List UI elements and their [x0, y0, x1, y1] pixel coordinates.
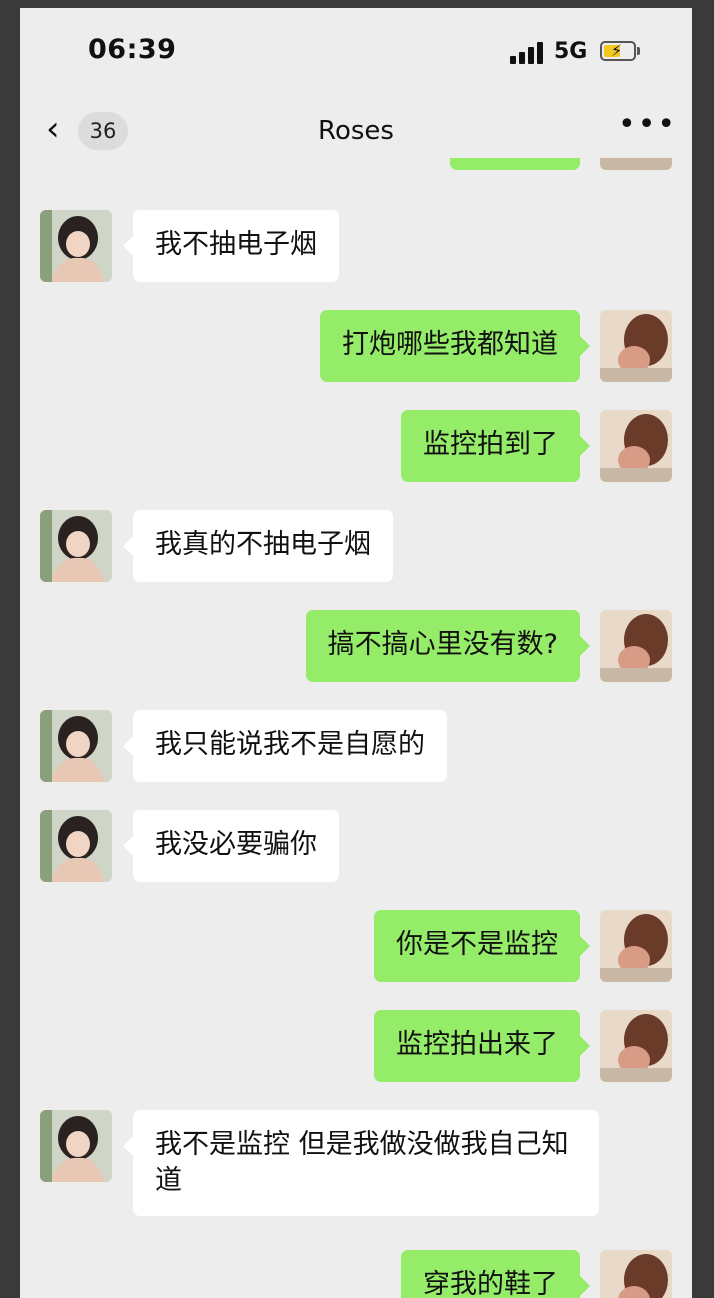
contact-avatar[interactable] — [40, 210, 112, 282]
self-avatar[interactable] — [600, 910, 672, 982]
network-type: 5G — [554, 39, 588, 64]
message-bubble[interactable]: 你是不是监控 — [374, 910, 590, 982]
more-options-icon[interactable]: ••• — [618, 110, 677, 140]
contact-avatar[interactable] — [40, 710, 112, 782]
status-bar: 06:39 5G ⚡ — [20, 8, 692, 96]
message-bubble[interactable]: 我没必要骗你 — [123, 810, 339, 882]
self-avatar[interactable] — [600, 1250, 672, 1298]
message-bubble[interactable]: 我真的不抽电子烟 — [123, 510, 393, 582]
chat-header: ‹ 36 Roses ••• — [20, 96, 692, 166]
contact-avatar[interactable] — [40, 1110, 112, 1182]
chat-title: Roses — [318, 116, 394, 146]
battery-tip — [637, 47, 640, 55]
message-bubble[interactable]: 穿我的鞋了 — [401, 1250, 590, 1298]
message-bubble[interactable]: 监控拍出来了 — [374, 1010, 590, 1082]
message-list[interactable]: 我不抽电子烟 打炮哪些我都知道 监控拍到了 我真的不抽电子烟 搞不搞心里没有数? — [20, 158, 692, 1298]
battery-charging-icon: ⚡ — [600, 41, 636, 61]
message-bubble[interactable]: 监控拍到了 — [401, 410, 590, 482]
contact-avatar[interactable] — [40, 810, 112, 882]
message-bubble[interactable] — [450, 158, 580, 170]
self-avatar[interactable] — [600, 310, 672, 382]
message-bubble[interactable]: 搞不搞心里没有数? — [305, 610, 591, 682]
signal-icon — [510, 42, 546, 64]
self-avatar[interactable] — [600, 410, 672, 482]
status-time: 06:39 — [88, 34, 177, 65]
self-avatar[interactable] — [600, 158, 672, 170]
contact-avatar[interactable] — [40, 510, 112, 582]
self-avatar[interactable] — [600, 610, 672, 682]
message-bubble[interactable]: 我不是监控 但是我做没做我自己知道 — [123, 1110, 599, 1216]
self-avatar[interactable] — [600, 1010, 672, 1082]
message-bubble[interactable]: 我不抽电子烟 — [123, 210, 339, 282]
message-bubble[interactable]: 打炮哪些我都知道 — [320, 310, 590, 382]
message-bubble[interactable]: 我只能说我不是自愿的 — [123, 710, 447, 782]
phone-screen: 06:39 5G ⚡ ‹ 36 Roses ••• 我不抽电子烟 打炮哪些我都知… — [20, 8, 692, 1298]
